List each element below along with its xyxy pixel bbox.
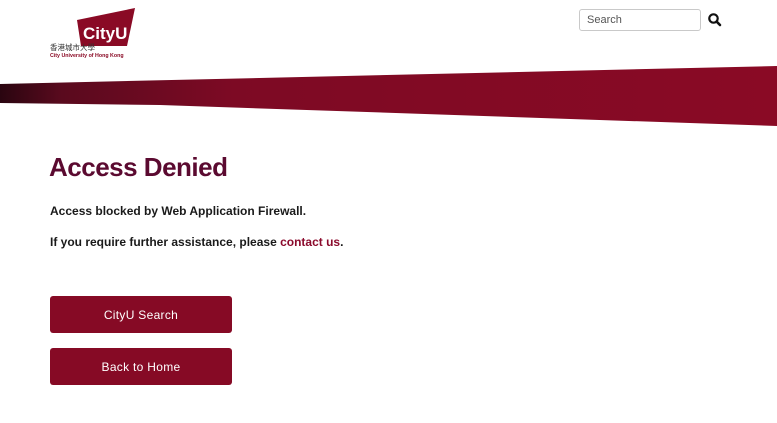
header-banner bbox=[0, 66, 777, 126]
page: CityU 香港城市大學 City University of Hong Kon… bbox=[0, 0, 777, 423]
contact-us-link[interactable]: contact us bbox=[280, 235, 340, 249]
logo-english-text: City University of Hong Kong bbox=[50, 53, 124, 59]
logo-mark-text: CityU bbox=[83, 24, 127, 43]
cityu-logo[interactable]: CityU 香港城市大學 City University of Hong Kon… bbox=[49, 8, 141, 60]
assistance-period: . bbox=[340, 235, 344, 249]
block-message: Access blocked by Web Application Firewa… bbox=[50, 204, 307, 218]
back-to-home-button[interactable]: Back to Home bbox=[50, 348, 232, 385]
assistance-text: If you require further assistance, pleas… bbox=[50, 235, 281, 249]
cityu-logo-mark: CityU 香港城市大學 City University of Hong Kon… bbox=[50, 8, 135, 59]
assistance-message: If you require further assistance, pleas… bbox=[50, 235, 343, 249]
cityu-search-button[interactable]: CityU Search bbox=[50, 296, 232, 333]
search-icon bbox=[708, 13, 722, 27]
search-button[interactable] bbox=[706, 11, 724, 29]
search-input[interactable] bbox=[579, 9, 701, 31]
logo-chinese-text: 香港城市大學 bbox=[50, 42, 95, 52]
page-title: Access Denied bbox=[49, 152, 228, 182]
